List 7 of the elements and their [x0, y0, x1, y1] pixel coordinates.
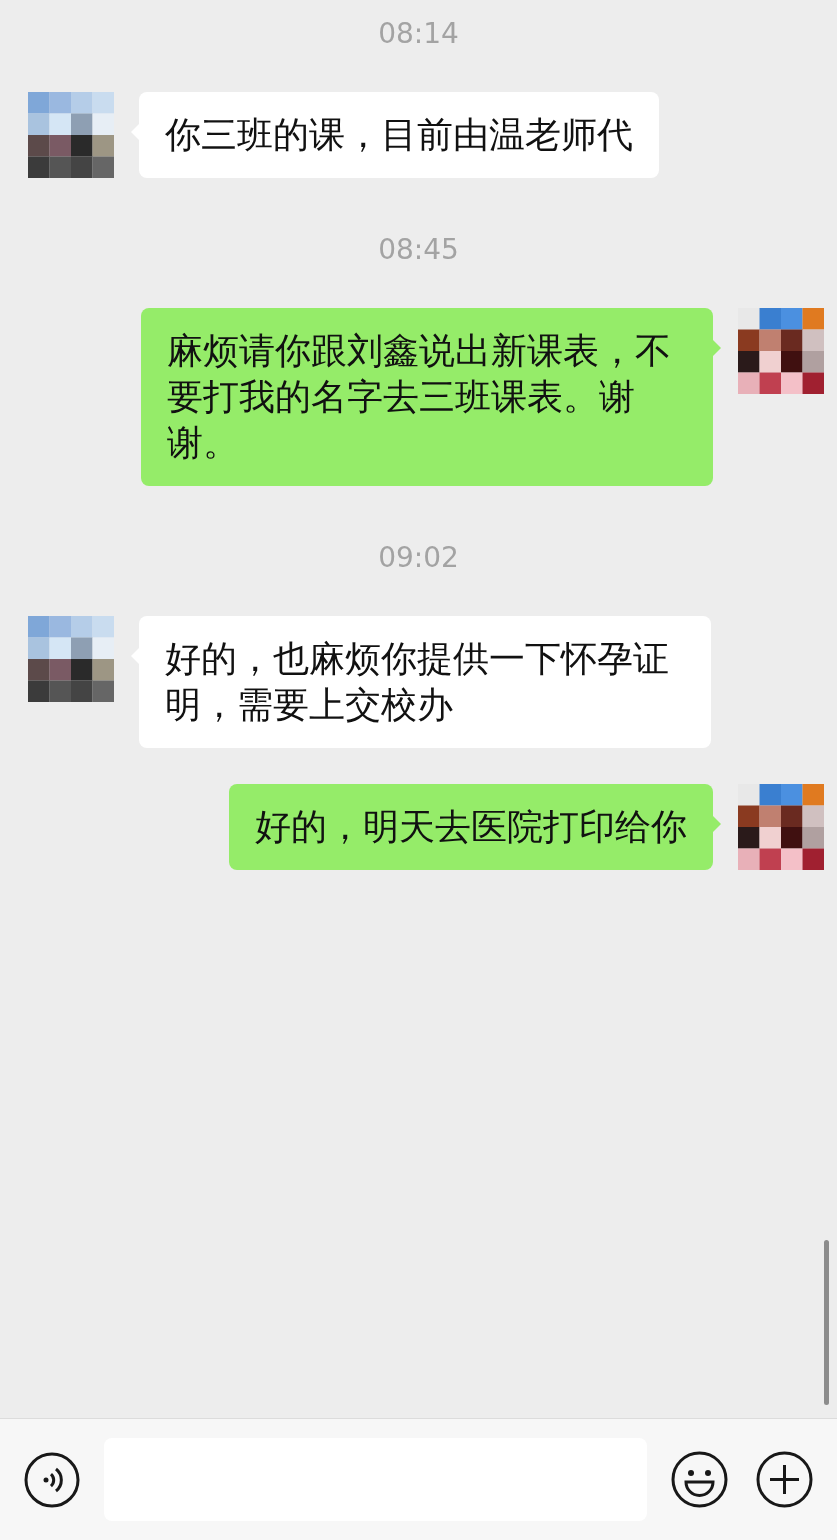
- timestamp: 09:02: [378, 540, 459, 576]
- voice-icon[interactable]: [24, 1451, 80, 1508]
- timestamp: 08:45: [378, 232, 459, 268]
- scrollbar[interactable]: [824, 1240, 829, 1405]
- timestamp: 08:14: [378, 16, 459, 52]
- emoji-icon[interactable]: [671, 1451, 728, 1508]
- plus-icon[interactable]: [756, 1451, 813, 1508]
